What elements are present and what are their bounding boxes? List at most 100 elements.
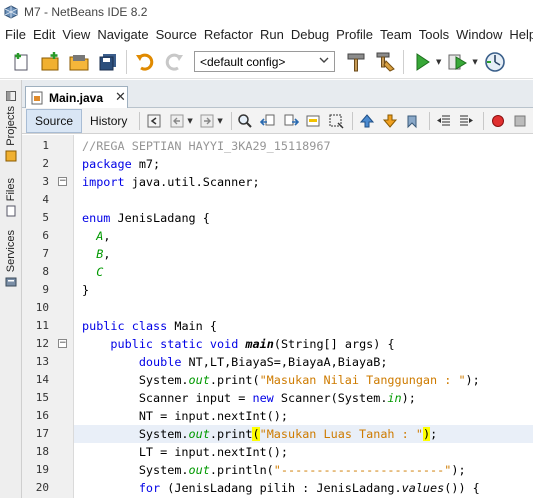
- menu-help[interactable]: Help: [507, 27, 533, 42]
- back-dropdown-icon[interactable]: ▼: [187, 117, 192, 125]
- code-line[interactable]: System.out.println("--------------------…: [74, 461, 533, 479]
- line-number: 13: [35, 355, 49, 368]
- line-number: 5: [42, 211, 49, 224]
- save-all-icon[interactable]: [95, 49, 121, 75]
- tab-history[interactable]: History: [82, 109, 135, 133]
- forward-icon[interactable]: [197, 111, 217, 131]
- shift-left-icon[interactable]: [434, 111, 454, 131]
- code-line[interactable]: LT = input.nextInt();: [74, 443, 533, 461]
- debug-dropdown-icon[interactable]: ▼: [472, 58, 477, 66]
- line-number: 15: [35, 391, 49, 404]
- find-icon[interactable]: [236, 111, 256, 131]
- code-line[interactable]: double NT,LT,BiayaS=,BiayaA,BiayaB;: [74, 353, 533, 371]
- main-toolbar: <default config> ▼ ▼: [0, 45, 533, 79]
- side-panel-tabs: Projects Files Services: [0, 80, 22, 498]
- toolbar-separator: [428, 111, 430, 130]
- debug-icon[interactable]: [445, 49, 471, 75]
- run-icon[interactable]: [409, 49, 435, 75]
- menu-team[interactable]: Team: [378, 27, 417, 42]
- redo-icon[interactable]: [161, 49, 187, 75]
- tab-services[interactable]: Services: [0, 230, 22, 288]
- line-number: 18: [35, 445, 49, 458]
- tab-services-label: Services: [5, 230, 17, 273]
- fold-toggle-icon[interactable]: −: [58, 177, 67, 186]
- build-icon[interactable]: [343, 49, 369, 75]
- code-area[interactable]: //REGA SEPTIAN HAYYI_3KA29_15118967 packa…: [74, 135, 533, 498]
- menu-edit[interactable]: Edit: [31, 27, 60, 42]
- menu-view[interactable]: View: [60, 27, 95, 42]
- toggle-bookmark-icon[interactable]: [402, 111, 422, 131]
- file-tab-label: Main.java: [49, 90, 104, 105]
- close-icon[interactable]: ✕: [115, 90, 126, 105]
- code-line[interactable]: public static void main(String[] args) {: [74, 335, 533, 353]
- code-line[interactable]: import java.util.Scanner;: [74, 173, 533, 191]
- menu-bar: File Edit View Navigate Source Refactor …: [0, 24, 533, 44]
- code-line[interactable]: public class Main {: [74, 317, 533, 335]
- file-tab-main-java[interactable]: Main.java ✕: [25, 86, 128, 108]
- toggle-highlight-icon[interactable]: [303, 111, 323, 131]
- tab-source[interactable]: Source: [26, 108, 83, 133]
- toolbar-separator: [230, 111, 232, 130]
- profile-icon[interactable]: [482, 49, 508, 75]
- window-title: M7 - NetBeans IDE 8.2: [24, 5, 148, 19]
- menu-run[interactable]: Run: [258, 27, 289, 42]
- editor-tab-strip: Main.java ✕: [22, 80, 533, 108]
- line-number: 9: [42, 283, 49, 296]
- toolbar-separator: [126, 49, 127, 74]
- undo-icon[interactable]: [132, 49, 158, 75]
- menu-refactor[interactable]: Refactor: [202, 27, 258, 42]
- toolbar-separator: [403, 49, 404, 74]
- config-select[interactable]: <default config>: [194, 51, 335, 72]
- menu-window[interactable]: Window: [454, 27, 507, 42]
- next-bookmark-icon[interactable]: [380, 111, 400, 131]
- toggle-rectangular-selection-icon[interactable]: [326, 111, 346, 131]
- code-line[interactable]: NT = input.nextInt();: [74, 407, 533, 425]
- fold-toggle-icon[interactable]: −: [58, 339, 67, 348]
- new-file-icon[interactable]: [8, 49, 34, 75]
- line-number: 6: [42, 229, 49, 242]
- minimize-panel-icon[interactable]: [6, 90, 16, 104]
- code-line[interactable]: }: [74, 281, 533, 299]
- line-number: 14: [35, 373, 49, 386]
- forward-dropdown-icon[interactable]: ▼: [217, 117, 222, 125]
- code-line[interactable]: System.out.print("Masukan Luas Tanah : "…: [74, 425, 533, 443]
- menu-tools[interactable]: Tools: [417, 27, 454, 42]
- menu-file[interactable]: File: [3, 27, 31, 42]
- line-number: 3: [42, 175, 49, 188]
- start-macro-recording-icon[interactable]: [488, 111, 508, 131]
- line-number: 8: [42, 265, 49, 278]
- tab-files[interactable]: Files: [0, 178, 22, 217]
- shift-right-icon[interactable]: [456, 111, 476, 131]
- menu-source[interactable]: Source: [154, 27, 202, 42]
- code-line[interactable]: B,: [74, 245, 533, 263]
- new-project-icon[interactable]: [37, 49, 63, 75]
- code-line[interactable]: System.out.print("Masukan Nilai Tanggung…: [74, 371, 533, 389]
- line-number: 2: [42, 157, 49, 170]
- stop-macro-recording-icon[interactable]: [510, 111, 530, 131]
- code-line[interactable]: for (JenisLadang pilih : JenisLadang.val…: [74, 479, 533, 497]
- code-line[interactable]: //REGA SEPTIAN HAYYI_3KA29_15118967: [74, 137, 533, 155]
- find-previous-icon[interactable]: [258, 111, 278, 131]
- code-line[interactable]: C: [74, 263, 533, 281]
- clean-build-icon[interactable]: [372, 49, 398, 75]
- previous-bookmark-icon[interactable]: [357, 111, 377, 131]
- line-number: 11: [35, 319, 49, 332]
- menu-navigate[interactable]: Navigate: [95, 27, 153, 42]
- find-next-icon[interactable]: [281, 111, 301, 131]
- code-line[interactable]: [74, 191, 533, 209]
- tab-projects[interactable]: Projects: [0, 106, 22, 162]
- last-edit-icon[interactable]: [144, 111, 164, 131]
- code-line[interactable]: [74, 299, 533, 317]
- chevron-down-icon: [319, 57, 329, 63]
- menu-debug[interactable]: Debug: [289, 27, 334, 42]
- code-line[interactable]: A,: [74, 227, 533, 245]
- run-dropdown-icon[interactable]: ▼: [436, 58, 441, 66]
- line-number: 17: [35, 427, 49, 440]
- code-line[interactable]: Scanner input = new Scanner(System.in);: [74, 389, 533, 407]
- code-line[interactable]: package m7;: [74, 155, 533, 173]
- line-number: 16: [35, 409, 49, 422]
- back-icon[interactable]: [167, 111, 187, 131]
- menu-profile[interactable]: Profile: [334, 27, 378, 42]
- open-project-icon[interactable]: [66, 49, 92, 75]
- code-line[interactable]: enum JenisLadang {: [74, 209, 533, 227]
